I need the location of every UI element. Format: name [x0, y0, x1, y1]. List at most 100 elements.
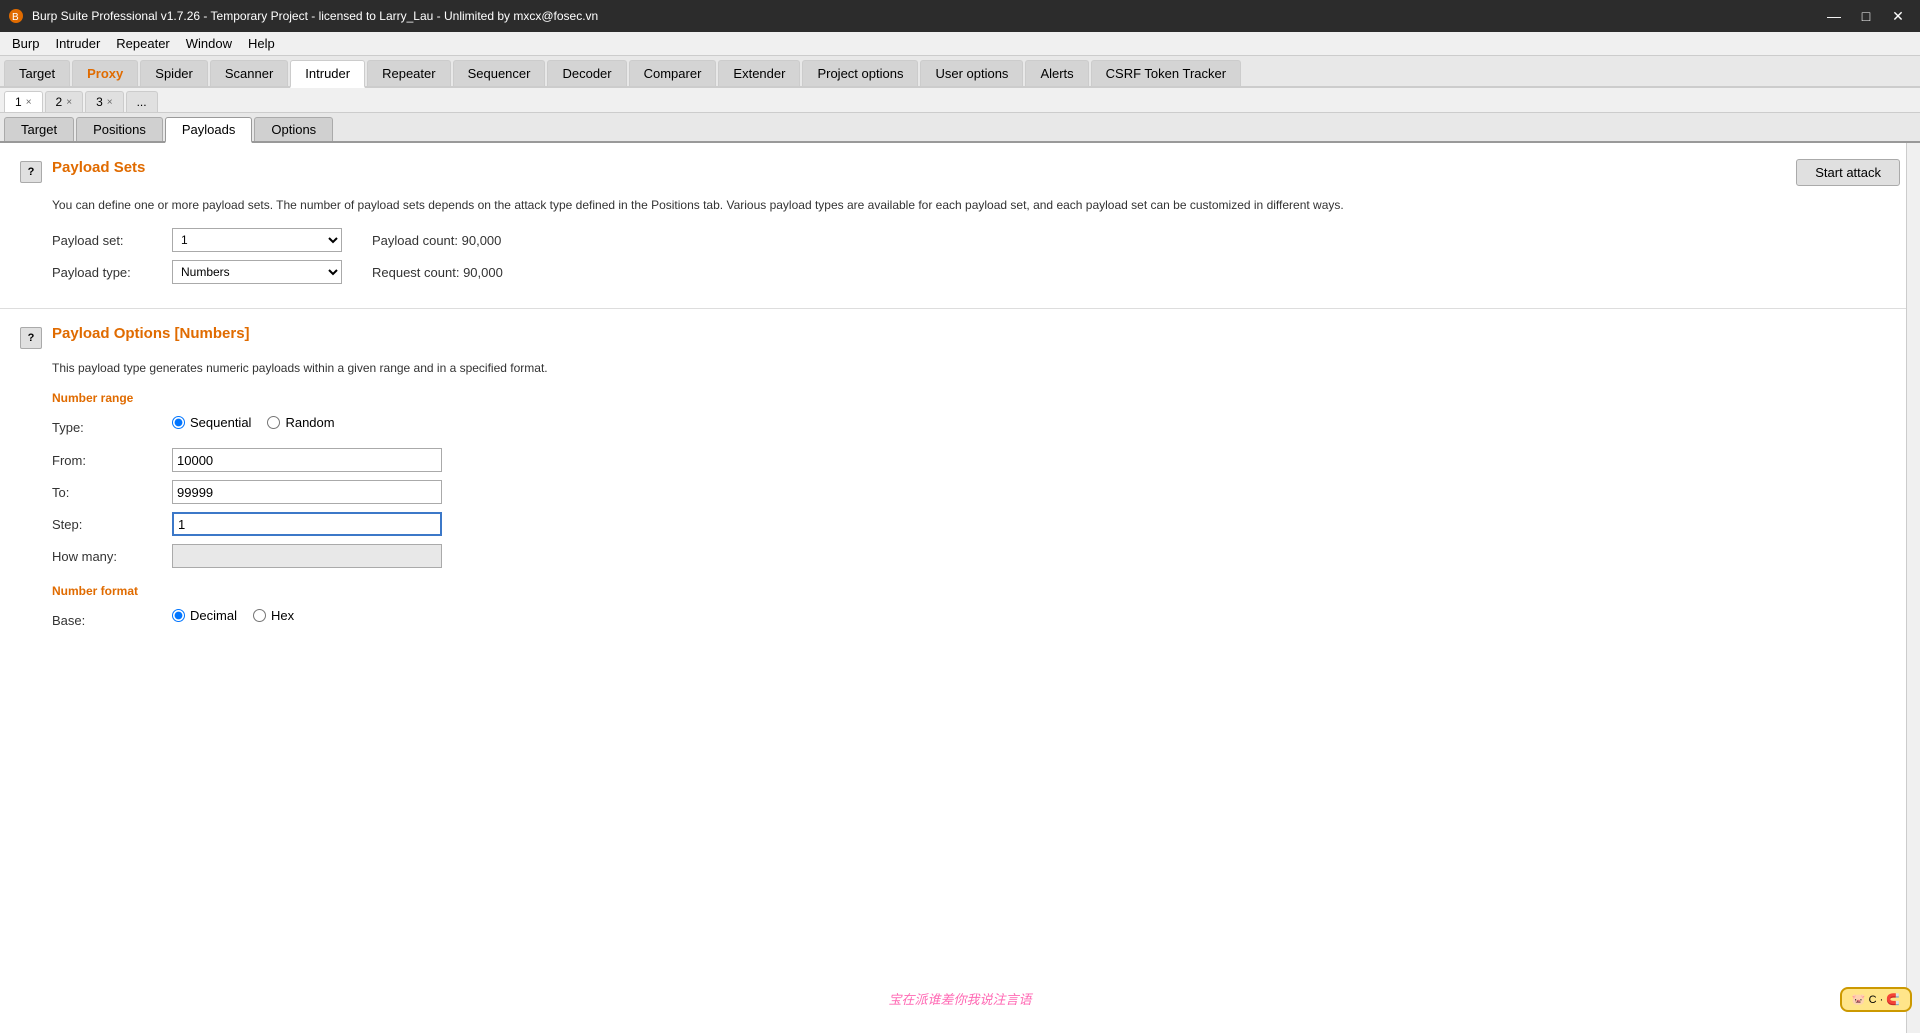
- step-label: Step:: [52, 517, 172, 532]
- minimize-button[interactable]: —: [1820, 6, 1848, 26]
- payload-type-label: Payload type:: [52, 265, 172, 280]
- payload-options-title: Payload Options [Numbers]: [52, 325, 250, 342]
- sub-tab-2[interactable]: 2 ×: [45, 91, 84, 112]
- from-input[interactable]: [172, 448, 442, 472]
- tab-inner-payloads[interactable]: Payloads: [165, 117, 252, 143]
- request-count-label: Request count:: [372, 265, 463, 280]
- sequential-radio[interactable]: [172, 416, 185, 429]
- payload-sets-header: ? Payload Sets Start attack: [20, 159, 1900, 186]
- window-title: Burp Suite Professional v1.7.26 - Tempor…: [32, 9, 598, 23]
- tab-repeater[interactable]: Repeater: [367, 60, 450, 86]
- tab-sequencer[interactable]: Sequencer: [453, 60, 546, 86]
- watermark: 宝在派谁差你我说注言语: [888, 989, 1031, 1008]
- decimal-radio[interactable]: [172, 609, 185, 622]
- from-row: From:: [52, 448, 1900, 472]
- payload-set-select[interactable]: 1 2 3: [172, 228, 342, 252]
- payload-type-row: Payload type: Numbers Simple list Runtim…: [52, 260, 1900, 284]
- sub-tab-dots-label: ...: [137, 95, 147, 109]
- tab-spider[interactable]: Spider: [140, 60, 208, 86]
- tab-intruder[interactable]: Intruder: [290, 60, 365, 88]
- to-label: To:: [52, 485, 172, 500]
- from-label: From:: [52, 453, 172, 468]
- payload-count-value: 90,000: [462, 233, 502, 248]
- random-label: Random: [285, 415, 334, 430]
- base-radio-group: Decimal Hex: [172, 608, 294, 623]
- tab-inner-positions[interactable]: Positions: [76, 117, 163, 141]
- base-label: Base:: [52, 613, 172, 628]
- svg-text:B: B: [12, 12, 19, 23]
- title-bar: B Burp Suite Professional v1.7.26 - Temp…: [0, 0, 1920, 32]
- menu-burp[interactable]: Burp: [4, 34, 47, 53]
- type-radio-group: Sequential Random: [172, 415, 335, 430]
- sub-tab-1[interactable]: 1 ×: [4, 91, 43, 112]
- sub-tab-dots[interactable]: ...: [126, 91, 158, 112]
- start-attack-button[interactable]: Start attack: [1796, 159, 1900, 186]
- sub-tab-2-close[interactable]: ×: [66, 97, 72, 108]
- tab-project-options[interactable]: Project options: [802, 60, 918, 86]
- corner-widget-icon: 🐷 C · 🧲: [1852, 993, 1900, 1006]
- tab-target[interactable]: Target: [4, 60, 70, 86]
- menu-bar: Burp Intruder Repeater Window Help: [0, 32, 1920, 56]
- sub-tab-2-label: 2: [56, 95, 63, 109]
- menu-intruder[interactable]: Intruder: [47, 34, 108, 53]
- type-label: Type:: [52, 420, 172, 435]
- tab-inner-options[interactable]: Options: [254, 117, 333, 141]
- sub-tab-3-label: 3: [96, 95, 103, 109]
- menu-help[interactable]: Help: [240, 34, 283, 53]
- request-count-info: Request count: 90,000: [372, 265, 503, 280]
- menu-repeater[interactable]: Repeater: [108, 34, 177, 53]
- payload-options-description: This payload type generates numeric payl…: [52, 359, 1900, 377]
- tab-csrf-token-tracker[interactable]: CSRF Token Tracker: [1091, 60, 1241, 86]
- step-input[interactable]: [172, 512, 442, 536]
- step-row: Step:: [52, 512, 1900, 536]
- to-input[interactable]: [172, 480, 442, 504]
- number-range-label: Number range: [52, 391, 1900, 405]
- payload-options-help-button[interactable]: ?: [20, 327, 42, 349]
- tab-comparer[interactable]: Comparer: [629, 60, 717, 86]
- random-radio[interactable]: [267, 416, 280, 429]
- menu-window[interactable]: Window: [178, 34, 240, 53]
- tab-extender[interactable]: Extender: [718, 60, 800, 86]
- payload-options-section: ? Payload Options [Numbers] This payload…: [0, 309, 1920, 657]
- title-bar-left: B Burp Suite Professional v1.7.26 - Temp…: [8, 8, 598, 24]
- sequential-option[interactable]: Sequential: [172, 415, 251, 430]
- payload-sets-section: ? Payload Sets Start attack You can defi…: [0, 143, 1920, 309]
- corner-widget: 🐷 C · 🧲: [1840, 987, 1912, 1012]
- tab-proxy[interactable]: Proxy: [72, 60, 138, 86]
- payload-sets-title: Payload Sets: [52, 159, 145, 176]
- number-format-label: Number format: [52, 584, 1900, 598]
- maximize-button[interactable]: □: [1852, 6, 1880, 26]
- sequential-label: Sequential: [190, 415, 251, 430]
- payload-set-label: Payload set:: [52, 233, 172, 248]
- tab-inner-target[interactable]: Target: [4, 117, 74, 141]
- decimal-label: Decimal: [190, 608, 237, 623]
- scrollbar[interactable]: [1906, 143, 1920, 1033]
- sub-tab-bar: 1 × 2 × 3 × ...: [0, 88, 1920, 113]
- payload-type-select[interactable]: Numbers Simple list Runtime file Custom …: [172, 260, 342, 284]
- tab-user-options[interactable]: User options: [920, 60, 1023, 86]
- sub-tab-3-close[interactable]: ×: [107, 97, 113, 108]
- to-row: To:: [52, 480, 1900, 504]
- how-many-input[interactable]: [172, 544, 442, 568]
- hex-option[interactable]: Hex: [253, 608, 294, 623]
- payload-set-row: Payload set: 1 2 3 Payload count: 90,000: [52, 228, 1900, 252]
- payload-sets-help-button[interactable]: ?: [20, 161, 42, 183]
- how-many-row: How many:: [52, 544, 1900, 568]
- sub-tab-1-close[interactable]: ×: [26, 97, 32, 108]
- tab-alerts[interactable]: Alerts: [1025, 60, 1088, 86]
- content-area: ? Payload Sets Start attack You can defi…: [0, 143, 1920, 1033]
- payload-count-info: Payload count: 90,000: [372, 233, 501, 248]
- sub-tab-3[interactable]: 3 ×: [85, 91, 124, 112]
- tab-decoder[interactable]: Decoder: [547, 60, 626, 86]
- random-option[interactable]: Random: [267, 415, 334, 430]
- decimal-option[interactable]: Decimal: [172, 608, 237, 623]
- tab-scanner[interactable]: Scanner: [210, 60, 288, 86]
- close-button[interactable]: ✕: [1884, 6, 1912, 26]
- payload-options-header: ? Payload Options [Numbers]: [20, 325, 1900, 349]
- app-icon: B: [8, 8, 24, 24]
- hex-radio[interactable]: [253, 609, 266, 622]
- main-tab-bar: Target Proxy Spider Scanner Intruder Rep…: [0, 56, 1920, 88]
- payload-count-label: Payload count:: [372, 233, 462, 248]
- sub-tab-1-label: 1: [15, 95, 22, 109]
- payload-sets-description: You can define one or more payload sets.…: [52, 196, 1900, 214]
